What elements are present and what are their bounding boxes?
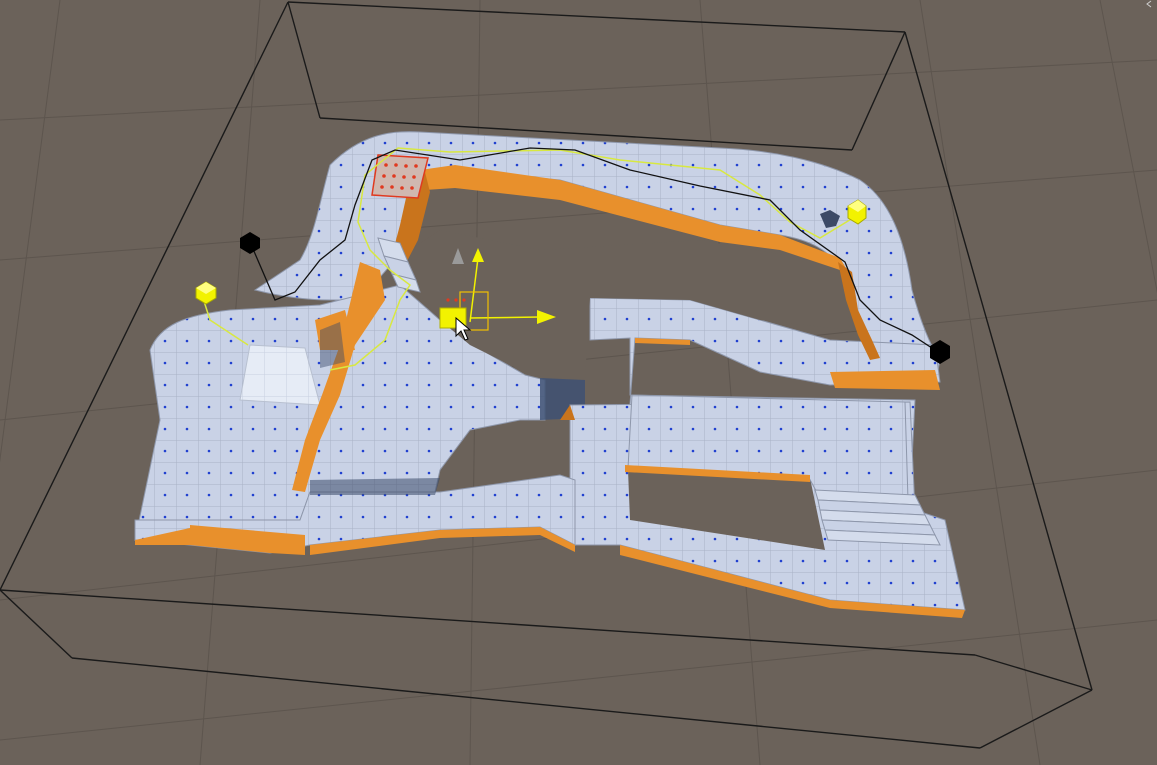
collapse-chevron-icon[interactable] (1145, 0, 1153, 8)
stairs-right (814, 489, 941, 546)
floor-shadow (310, 478, 440, 495)
scene-viewport[interactable] (0, 0, 1157, 765)
light-probe-icon (195, 281, 217, 305)
waypoint-marker-icon (240, 232, 260, 254)
scene-canvas[interactable] (0, 0, 1157, 765)
